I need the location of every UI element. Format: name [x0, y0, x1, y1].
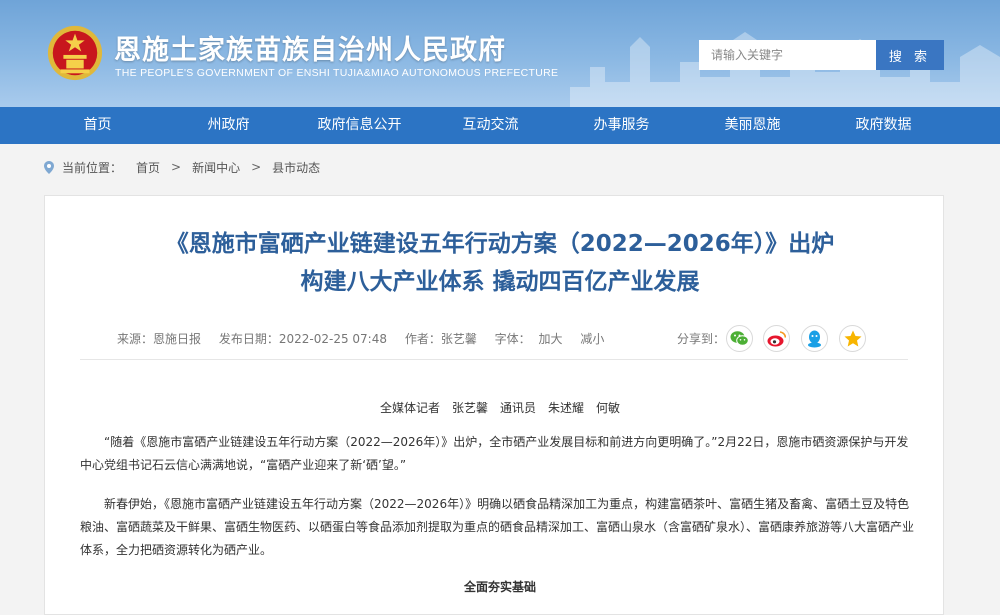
main-nav: 首页 州政府 政府信息公开 互动交流 办事服务 美丽恩施 政府数据 [0, 107, 1000, 144]
article-author: 作者：张艺馨 [404, 332, 477, 346]
section-heading: 全面夯实基础 [463, 580, 536, 594]
article-title-line2: 构建八大产业体系 撬动四百亿产业发展 [300, 269, 700, 295]
font-larger-button[interactable]: 加大 [539, 332, 563, 346]
article-title: 《恩施市富硒产业链建设五年行动方案（2022—2026年）》出炉 构建八大产业体… [0, 225, 1000, 301]
national-emblem-icon [47, 25, 103, 81]
nav-item-gov-data[interactable]: 政府数据 [818, 107, 949, 144]
breadcrumb-county-news[interactable]: 县市动态 [272, 159, 320, 176]
nav-item-services[interactable]: 办事服务 [556, 107, 687, 144]
nav-item-beautiful-enshi[interactable]: 美丽恩施 [687, 107, 818, 144]
search-input[interactable] [699, 40, 877, 70]
qzone-icon[interactable] [839, 325, 866, 352]
breadcrumb-separator: > [171, 160, 182, 174]
article-byline: 全媒体记者 张艺馨 通讯员 朱述耀 何敏 [379, 401, 620, 415]
share-label: 分享到： [677, 332, 726, 346]
nav-item-info-disclosure[interactable]: 政府信息公开 [294, 107, 425, 144]
nav-item-interaction[interactable]: 互动交流 [425, 107, 556, 144]
search-button[interactable]: 搜 索 [876, 40, 944, 70]
article-source: 来源：恩施日报 [117, 332, 202, 346]
meta-divider [80, 359, 908, 360]
article-paragraph: 新春伊始，《恩施市富硒产业链建设五年行动方案（2022—2026年）》明确以硒食… [80, 497, 915, 557]
breadcrumb-news-center[interactable]: 新闻中心 [192, 159, 240, 176]
breadcrumb-home[interactable]: 首页 [136, 159, 160, 176]
qq-icon[interactable] [801, 325, 828, 352]
site-header: 恩施土家族苗族自治州人民政府 THE PEOPLE'S GOVERNMENT O… [0, 0, 1000, 107]
location-pin-icon [44, 160, 54, 174]
font-smaller-button[interactable]: 减小 [580, 332, 604, 346]
font-size-label: 字体： [494, 332, 531, 346]
article-date: 发布日期：2022-02-25 07:48 [218, 332, 387, 346]
nav-item-home[interactable]: 首页 [32, 107, 163, 144]
breadcrumb: 当前位置： 首页 > 新闻中心 > 县市动态 [44, 158, 320, 176]
article-meta: 来源：恩施日报 发布日期：2022-02-25 07:48 作者：张艺馨 字体：… [117, 330, 608, 347]
article-paragraph: “随着《恩施市富硒产业链建设五年行动方案（2022—2026年）》出炉，全市硒产… [80, 435, 909, 472]
weibo-icon[interactable] [763, 325, 790, 352]
nav-item-government[interactable]: 州政府 [163, 107, 294, 144]
breadcrumb-prefix: 当前位置： [62, 160, 123, 175]
article-title-line1: 《恩施市富硒产业链建设五年行动方案（2022—2026年）》出炉 [165, 231, 835, 257]
breadcrumb-separator: > [251, 160, 262, 174]
site-title: 恩施土家族苗族自治州人民政府 [114, 35, 506, 66]
wechat-icon[interactable] [726, 325, 753, 352]
site-subtitle: THE PEOPLE'S GOVERNMENT OF ENSHI TUJIA&M… [115, 67, 559, 79]
